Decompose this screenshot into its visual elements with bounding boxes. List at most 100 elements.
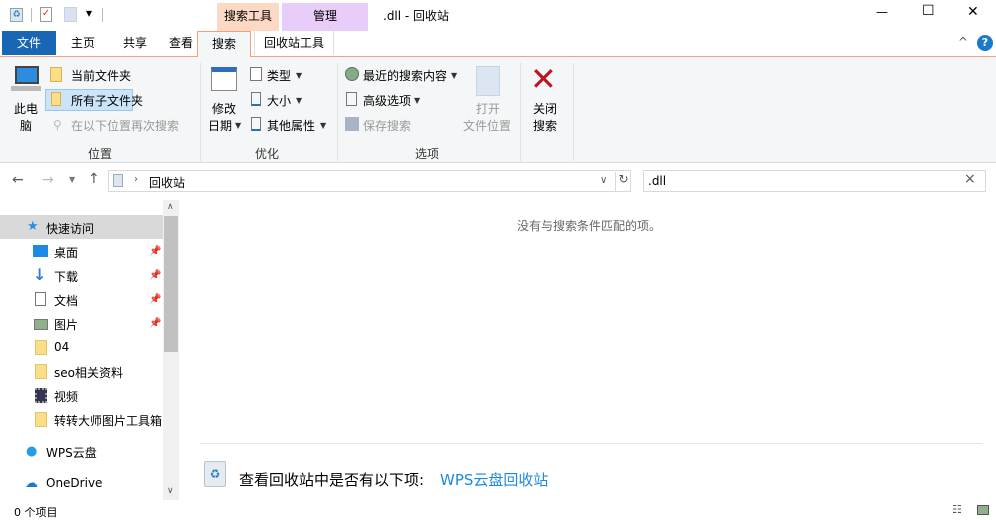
recycle-bin-icon: ♻ bbox=[10, 8, 23, 22]
group-separator bbox=[337, 63, 338, 161]
nav-item-04[interactable]: 04 bbox=[54, 340, 69, 354]
clear-search-button[interactable]: × bbox=[964, 171, 976, 187]
address-bar[interactable] bbox=[108, 170, 631, 192]
open-file-location-line2[interactable]: 文件位置 bbox=[463, 117, 511, 134]
back-button[interactable]: ← bbox=[12, 172, 24, 188]
other-properties-icon bbox=[251, 117, 261, 131]
new-folder-icon[interactable] bbox=[64, 7, 77, 22]
folder-icon bbox=[35, 340, 47, 355]
all-subfolders-label: 所有子文件夹 bbox=[71, 94, 144, 108]
wps-cloud-icon: ● bbox=[26, 444, 38, 459]
breadcrumb-recycle-bin[interactable]: 回收站 bbox=[149, 174, 185, 191]
chevron-down-icon: ▼ bbox=[451, 71, 458, 80]
other-properties-button[interactable]: 其他属性 bbox=[267, 117, 315, 134]
close-search-icon: ✕ bbox=[530, 60, 557, 98]
pin-icon[interactable]: 📌 bbox=[149, 318, 161, 329]
recycle-bin-icon bbox=[113, 174, 123, 187]
date-modified-button-line2[interactable]: 日期 bbox=[208, 117, 232, 134]
open-file-location-line1[interactable]: 打开 bbox=[476, 100, 500, 117]
nav-item-desktop[interactable]: 桌面 bbox=[54, 244, 78, 261]
search-input-value: .dll bbox=[648, 174, 667, 188]
tab-file[interactable]: 文件 bbox=[2, 31, 56, 55]
chevron-down-icon: ▼ bbox=[296, 71, 303, 80]
nav-item-documents[interactable]: 文档 bbox=[54, 292, 78, 309]
this-pc-button-line1[interactable]: 此电 bbox=[14, 100, 38, 117]
group-separator bbox=[520, 63, 521, 161]
forward-button[interactable]: → bbox=[42, 172, 54, 188]
nav-item-downloads[interactable]: 下载 bbox=[54, 268, 78, 285]
tab-recycle-bin-tools[interactable]: 回收站工具 bbox=[254, 31, 334, 55]
size-button[interactable]: 大小 bbox=[267, 92, 291, 109]
pictures-icon bbox=[34, 319, 48, 330]
nav-item-videos[interactable]: 视频 bbox=[54, 388, 78, 405]
pin-icon[interactable]: 📌 bbox=[149, 246, 161, 257]
recent-searches-icon bbox=[345, 67, 359, 81]
collapse-ribbon-button[interactable]: ^ bbox=[958, 35, 968, 49]
search-again-button[interactable]: 在以下位置再次搜索 bbox=[71, 117, 179, 134]
advanced-options-icon bbox=[346, 92, 357, 106]
recent-searches-button[interactable]: 最近的搜索内容 bbox=[363, 67, 447, 84]
group-location-label: 位置 bbox=[88, 147, 113, 161]
nav-item-zhuanzhuan[interactable]: 转转大师图片工具箱 bbox=[54, 412, 162, 429]
scrollbar-thumb[interactable] bbox=[164, 216, 178, 352]
group-separator bbox=[573, 63, 574, 161]
refresh-button[interactable]: ↻ bbox=[615, 172, 631, 192]
save-icon bbox=[345, 117, 359, 131]
star-icon: ★ bbox=[27, 219, 39, 234]
details-view-button[interactable]: ☷ bbox=[952, 503, 962, 516]
size-icon bbox=[251, 92, 261, 106]
context-tab-search-tools: 搜索工具 bbox=[217, 3, 279, 31]
kind-button[interactable]: 类型 bbox=[267, 67, 291, 84]
group-options-label: 选项 bbox=[415, 147, 440, 161]
chevron-down-icon: ▼ bbox=[414, 96, 421, 105]
scroll-down-button[interactable]: ∨ bbox=[167, 486, 174, 496]
document-icon bbox=[35, 292, 46, 306]
empty-message: 没有与搜索条件匹配的项。 bbox=[517, 219, 662, 233]
up-button[interactable]: ↑ bbox=[88, 171, 100, 187]
help-button[interactable]: ? bbox=[977, 35, 993, 51]
pin-icon[interactable]: 📌 bbox=[149, 270, 161, 281]
recent-locations-button[interactable]: ▼ bbox=[69, 175, 75, 184]
save-search-button[interactable]: 保存搜索 bbox=[363, 117, 411, 134]
wps-prompt: 查看回收站中是否有以下项: bbox=[239, 471, 425, 489]
chevron-down-icon: ▼ bbox=[320, 121, 327, 130]
group-separator bbox=[200, 63, 201, 161]
kind-icon bbox=[250, 67, 262, 81]
date-modified-button-line1[interactable]: 修改 bbox=[212, 100, 236, 117]
tab-home[interactable]: 主页 bbox=[60, 31, 106, 55]
breadcrumb-chevron: › bbox=[134, 174, 138, 185]
context-tab-manage: 管理 bbox=[282, 3, 368, 31]
folder-icon bbox=[35, 412, 47, 427]
group-refine-label: 优化 bbox=[255, 147, 280, 161]
onedrive-icon: ☁ bbox=[25, 476, 38, 491]
folder-icon bbox=[50, 67, 62, 82]
address-dropdown[interactable]: ∨ bbox=[600, 175, 607, 186]
tab-search[interactable]: 搜索 bbox=[197, 31, 251, 57]
download-icon: ↓ bbox=[33, 265, 47, 284]
nav-item-pictures[interactable]: 图片 bbox=[54, 316, 78, 333]
large-icons-view-button[interactable] bbox=[977, 505, 989, 515]
search-input[interactable] bbox=[643, 170, 986, 192]
maximize-button[interactable]: ☐ bbox=[922, 3, 935, 19]
close-button[interactable]: ✕ bbox=[967, 4, 979, 20]
advanced-options-button[interactable]: 高级选项 bbox=[363, 92, 411, 109]
open-location-icon bbox=[476, 66, 500, 96]
nav-item-seo[interactable]: seo相关资料 bbox=[54, 364, 123, 381]
qat-dropdown[interactable]: ▾ bbox=[86, 6, 92, 20]
scroll-up-button[interactable]: ∧ bbox=[167, 202, 174, 212]
tab-share[interactable]: 共享 bbox=[112, 31, 158, 55]
keyboard-icon bbox=[11, 86, 41, 91]
pin-icon[interactable]: 📌 bbox=[149, 294, 161, 305]
minimize-button[interactable]: — bbox=[876, 5, 888, 19]
chevron-down-icon: ▼ bbox=[235, 121, 242, 130]
close-search-line2[interactable]: 搜索 bbox=[533, 117, 557, 134]
this-pc-button-line2[interactable]: 脑 bbox=[20, 117, 32, 134]
wps-recycle-bin-link[interactable]: WPS云盘回收站 bbox=[440, 469, 548, 490]
desktop-icon bbox=[33, 245, 48, 257]
nav-onedrive[interactable]: OneDrive bbox=[46, 476, 102, 490]
close-search-line1[interactable]: 关闭 bbox=[533, 100, 557, 117]
recycle-bin-large-icon: ♻ bbox=[204, 461, 226, 487]
nav-wps-cloud[interactable]: WPS云盘 bbox=[46, 444, 97, 461]
current-folder-button[interactable]: 当前文件夹 bbox=[71, 67, 131, 84]
properties-icon[interactable]: ✓ bbox=[40, 7, 52, 22]
